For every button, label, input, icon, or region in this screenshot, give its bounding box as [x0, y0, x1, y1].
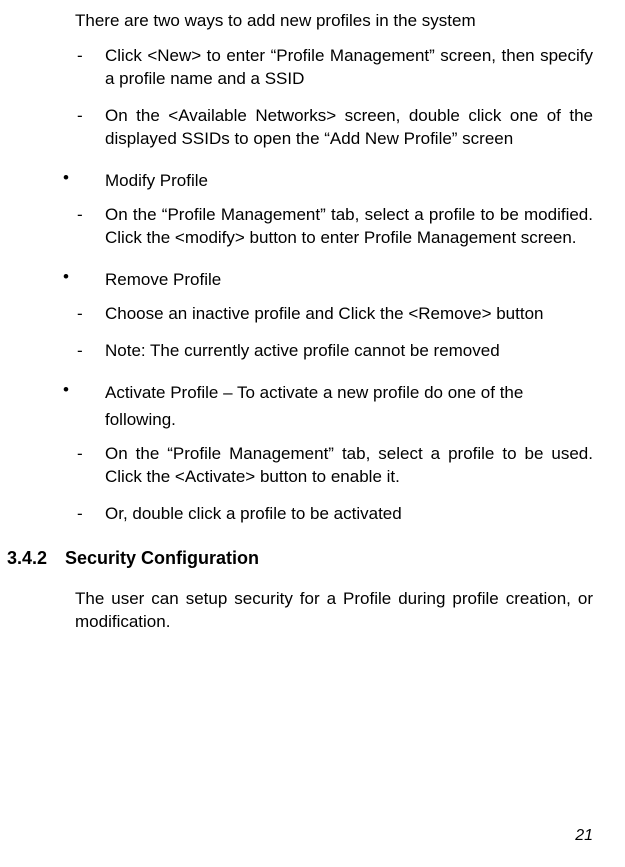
- bullet-heading: • Remove Profile: [63, 266, 593, 293]
- list-item-text: Choose an inactive profile and Click the…: [105, 303, 593, 326]
- section-body-text: The user can setup security for a Profil…: [75, 588, 593, 634]
- list-item-text: On the <Available Networks> screen, doub…: [105, 105, 593, 151]
- dash-marker-icon: -: [75, 45, 105, 91]
- section-number: 3.4.2: [7, 546, 65, 570]
- list-item: - Choose an inactive profile and Click t…: [75, 303, 593, 326]
- intro-text: There are two ways to add new profiles i…: [75, 10, 593, 33]
- document-page: There are two ways to add new profiles i…: [75, 10, 593, 634]
- bullet-heading-text: Activate Profile – To activate a new pro…: [105, 379, 593, 433]
- dash-marker-icon: -: [75, 303, 105, 326]
- dash-marker-icon: -: [75, 105, 105, 151]
- bullet-icon: •: [63, 379, 105, 433]
- section-heading: 3.4.2 Security Configuration: [7, 546, 593, 570]
- list-item: - Note: The currently active profile can…: [75, 340, 593, 363]
- bullet-heading: • Activate Profile – To activate a new p…: [63, 379, 593, 433]
- section-title: Security Configuration: [65, 546, 593, 570]
- dash-marker-icon: -: [75, 204, 105, 250]
- bullet-heading-text: Modify Profile: [105, 167, 593, 194]
- list-item-text: Click <New> to enter “Profile Management…: [105, 45, 593, 91]
- list-item: - Or, double click a profile to be activ…: [75, 503, 593, 526]
- list-item-text: On the “Profile Management” tab, select …: [105, 443, 593, 489]
- list-item-text: Note: The currently active profile canno…: [105, 340, 593, 363]
- dash-marker-icon: -: [75, 503, 105, 526]
- dash-marker-icon: -: [75, 443, 105, 489]
- bullet-icon: •: [63, 167, 105, 194]
- list-item-text: On the “Profile Management” tab, select …: [105, 204, 593, 250]
- list-item: - Click <New> to enter “Profile Manageme…: [75, 45, 593, 91]
- bullet-heading-text: Remove Profile: [105, 266, 593, 293]
- list-item-text: Or, double click a profile to be activat…: [105, 503, 593, 526]
- bullet-icon: •: [63, 266, 105, 293]
- list-item: - On the <Available Networks> screen, do…: [75, 105, 593, 151]
- page-number: 21: [575, 827, 593, 845]
- bullet-heading: • Modify Profile: [63, 167, 593, 194]
- dash-marker-icon: -: [75, 340, 105, 363]
- list-item: - On the “Profile Management” tab, selec…: [75, 204, 593, 250]
- list-item: - On the “Profile Management” tab, selec…: [75, 443, 593, 489]
